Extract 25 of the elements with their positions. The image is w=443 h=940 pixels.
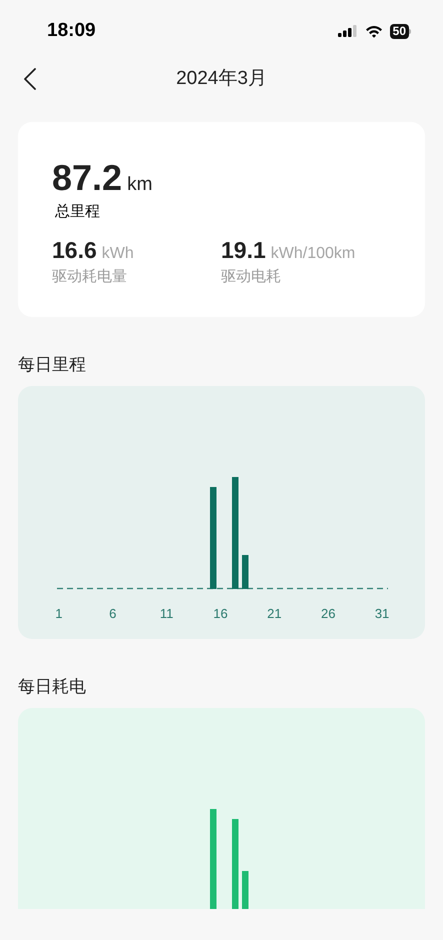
- total-mileage-value: 87.2: [52, 158, 122, 198]
- axis-label: 11: [160, 605, 174, 623]
- axis-label: 21: [267, 605, 282, 623]
- page-title: 2024年3月: [176, 66, 267, 91]
- axis-label: 1: [55, 605, 63, 623]
- axis-label: 26: [320, 605, 336, 623]
- section-title: 每日耗电: [18, 676, 86, 698]
- stat-label: 驱动耗电量: [52, 267, 127, 287]
- stat-value: 16.6: [52, 237, 97, 263]
- status-time: 18:09: [47, 18, 96, 43]
- battery-icon: 50: [390, 24, 411, 38]
- stat-value: 19.1: [221, 237, 266, 263]
- stat-label: 驱动电耗: [221, 267, 281, 287]
- signal-icon: [338, 25, 358, 37]
- unit-label: kWh: [102, 244, 134, 264]
- unit-label: km: [127, 173, 152, 197]
- stat-label: 总里程: [55, 202, 100, 222]
- axis-label: 31: [374, 605, 390, 623]
- bar: [242, 555, 248, 589]
- wifi-icon: [364, 24, 383, 38]
- section-title: 每日里程: [18, 354, 86, 376]
- unit-label: kWh/100km: [270, 244, 356, 264]
- axis-label: 6: [109, 605, 116, 623]
- bar: [242, 871, 248, 909]
- axis-label: 16: [213, 605, 228, 623]
